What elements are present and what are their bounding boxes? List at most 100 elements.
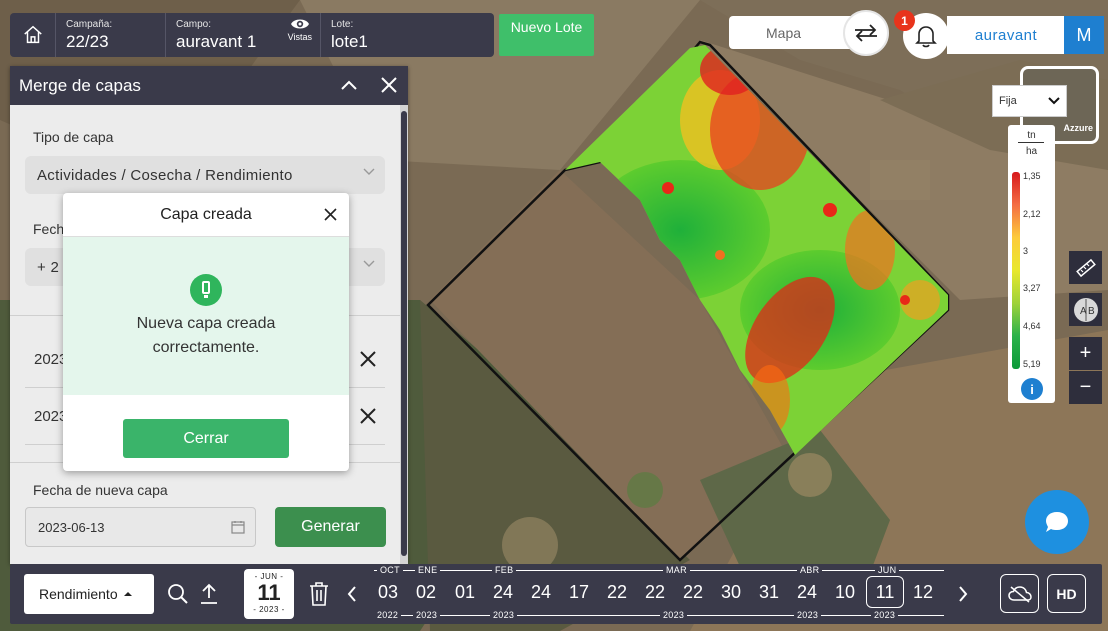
cloud-filter-button[interactable] xyxy=(1000,574,1039,613)
dialog-title: Capa creada xyxy=(160,205,252,223)
timeline-month-label: JUN xyxy=(875,565,900,575)
legend-tick: 2,12 xyxy=(1023,209,1041,219)
timeline-month-label: MAR xyxy=(663,565,690,575)
notification-badge: 1 xyxy=(894,10,915,31)
scale-mode-select[interactable]: Fija xyxy=(992,85,1067,117)
legend-unit-divider xyxy=(1018,142,1044,143)
home-button[interactable] xyxy=(10,13,56,57)
timeline-bar: Rendimiento - JUN - 11 - 2023 - OCT ENE … xyxy=(10,564,1102,624)
timeline-month-rule xyxy=(374,570,944,571)
upload-button[interactable] xyxy=(198,582,220,606)
panel-scrollbar[interactable] xyxy=(400,105,408,564)
chevron-up-icon xyxy=(341,80,357,90)
timeline-day[interactable]: 22 xyxy=(602,582,632,603)
new-layer-date-label: Fecha de nueva capa xyxy=(33,482,168,498)
current-date-card[interactable]: - JUN - 11 - 2023 - xyxy=(244,569,294,619)
lot-selector[interactable]: Lote: lote1 xyxy=(321,13,494,57)
legend-tick: 3,27 xyxy=(1023,283,1041,293)
timeline-day[interactable]: 01 xyxy=(450,582,480,603)
success-icon xyxy=(190,274,222,306)
campaign-selector[interactable]: Campaña: 22/23 xyxy=(56,13,166,57)
timeline-day[interactable]: 03 xyxy=(373,582,403,603)
timeline-month-label: OCT xyxy=(377,565,403,575)
timeline-day[interactable]: 02 xyxy=(411,582,441,603)
remove-date-button[interactable] xyxy=(355,403,381,429)
timeline-day[interactable]: 12 xyxy=(908,582,938,603)
timeline-day[interactable]: 24 xyxy=(488,582,518,603)
timeline-day[interactable]: 24 xyxy=(792,582,822,603)
timeline-next-button[interactable] xyxy=(954,582,972,606)
swap-view-button[interactable] xyxy=(843,10,889,56)
user-avatar[interactable]: M xyxy=(1064,16,1104,54)
timeline-day-selected[interactable]: 11 xyxy=(866,576,904,608)
timeline-month-label: FEB xyxy=(492,565,517,575)
panel-title: Merge de capas xyxy=(19,75,141,95)
map-mode-box[interactable]: Mapa xyxy=(729,16,853,49)
dialog-message-line: Nueva capa creada xyxy=(136,315,276,332)
timeline-day[interactable]: 30 xyxy=(716,582,746,603)
eye-icon xyxy=(290,19,309,29)
chevron-right-icon xyxy=(959,586,968,602)
timeline-year-label: 2023 xyxy=(794,610,822,620)
dialog-message: Nueva capa creada correctamente. xyxy=(63,312,349,360)
timeline-day[interactable]: 17 xyxy=(564,582,594,603)
calendar-icon xyxy=(231,521,245,534)
panel-close-button[interactable] xyxy=(378,74,400,96)
remove-date-button[interactable] xyxy=(355,346,381,372)
views-button[interactable]: Vistas xyxy=(288,17,312,42)
timeline-day[interactable]: 31 xyxy=(754,582,784,603)
layer-type-button[interactable]: Rendimiento xyxy=(24,574,154,614)
timeline-day[interactable]: 22 xyxy=(678,582,708,603)
timeline-day[interactable]: 24 xyxy=(526,582,556,603)
new-layer-date-input[interactable]: 2023-06-13 xyxy=(25,507,256,547)
timeline-prev-button[interactable] xyxy=(343,582,361,606)
dialog-close-action-button[interactable]: Cerrar xyxy=(123,419,289,458)
generate-button[interactable]: Generar xyxy=(275,507,386,547)
timeline-day[interactable]: 22 xyxy=(640,582,670,603)
timeline-month-label: ABR xyxy=(797,565,823,575)
layer-type-select[interactable]: Actividades / Cosecha / Rendimiento xyxy=(25,156,385,194)
ruler-button[interactable] xyxy=(1069,251,1102,284)
current-date-day: 11 xyxy=(257,580,281,605)
map-mode-label: Mapa xyxy=(766,24,802,41)
timeline-day[interactable]: 10 xyxy=(830,582,860,603)
chevron-down-icon xyxy=(1048,97,1060,105)
close-icon xyxy=(360,351,376,367)
timeline-year-label: 2023 xyxy=(413,610,441,620)
new-lot-button[interactable]: Nuevo Lote xyxy=(499,14,594,56)
top-context-bar: Campaña: 22/23 Campo: auravant 1 Vistas … xyxy=(10,13,494,57)
chat-button[interactable] xyxy=(1025,490,1089,554)
close-icon xyxy=(360,408,376,424)
zoom-in-button[interactable]: + xyxy=(1069,337,1102,370)
search-icon xyxy=(168,584,188,604)
home-icon xyxy=(23,25,42,44)
legend-tick: 3 xyxy=(1023,246,1029,256)
dialog-body: Nueva capa creada correctamente. xyxy=(63,237,349,395)
layer-created-dialog: Capa creada Nueva capa creada correctame… xyxy=(63,193,349,471)
lot-label: Lote: xyxy=(331,18,354,30)
chevron-down-icon xyxy=(363,260,375,267)
layer-type-value: Actividades / Cosecha / Rendimiento xyxy=(37,166,293,184)
scrollbar-thumb[interactable] xyxy=(401,111,407,556)
legend-info-icon[interactable]: i xyxy=(1021,378,1043,400)
hd-button[interactable]: HD xyxy=(1047,574,1086,613)
zoom-out-button[interactable]: − xyxy=(1069,371,1102,404)
dialog-close-button[interactable] xyxy=(321,205,339,223)
trash-icon xyxy=(310,582,328,606)
ruler-icon xyxy=(1075,258,1096,277)
search-button[interactable] xyxy=(167,582,189,606)
timeline-year-rule xyxy=(374,615,944,616)
delete-button[interactable] xyxy=(308,580,330,608)
campaign-label: Campaña: xyxy=(66,18,113,30)
base-layer-label: Azzure xyxy=(1063,123,1093,133)
timeline-year-label: 2023 xyxy=(490,610,518,620)
swap-arrows-icon xyxy=(855,24,877,42)
field-selector[interactable]: Campo: auravant 1 Vistas xyxy=(166,13,321,57)
scale-mode-value: Fija xyxy=(999,95,1017,107)
collapse-button[interactable] xyxy=(338,74,360,96)
compare-ab-button[interactable]: AB xyxy=(1069,293,1102,326)
campaign-value: 22/23 xyxy=(66,31,109,51)
yield-legend: tn ha 1,35 2,12 3 3,27 4,64 5,19 i xyxy=(1008,125,1055,403)
legend-tick: 4,64 xyxy=(1023,321,1041,331)
legend-unit-top: tn xyxy=(1027,130,1036,141)
